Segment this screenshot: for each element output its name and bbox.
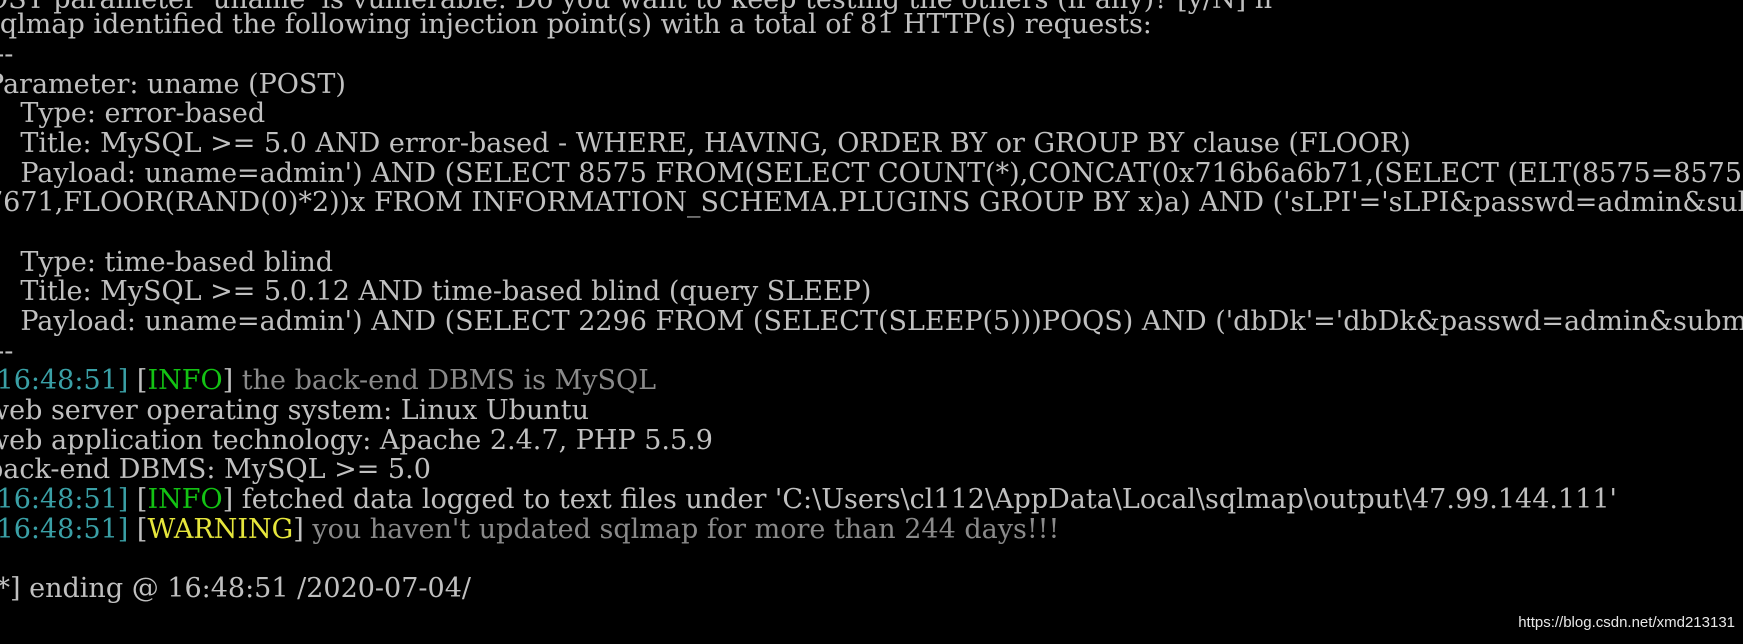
log-level-info: INFO [147, 365, 223, 396]
payload-time-based-line: Payload: uname=admin') AND (SELECT 2296 … [0, 306, 1743, 337]
log-timestamp: [16:48:51] [0, 514, 129, 545]
ending-line: [*] ending @ 16:48:51 /2020-07-04/ [0, 573, 471, 604]
log-message: you haven't updated sqlmap for more than… [303, 514, 1060, 545]
terminal-window[interactable]: OST parameter 'uname' is vulnerable. Do … [0, 0, 1743, 644]
log-line-output-path: [16:48:51] [INFO] fetched data logged to… [0, 483, 1617, 516]
type-error-based-line: Type: error-based [0, 98, 266, 129]
log-timestamp: [16:48:51] [0, 365, 129, 396]
log-line-warning: [16:48:51] [WARNING] you haven't updated… [0, 513, 1059, 546]
injection-summary-line: sqlmap identified the following injectio… [0, 9, 1152, 40]
web-server-os-line: web server operating system: Linux Ubunt… [0, 395, 589, 426]
title-time-based-line: Title: MySQL >= 5.0.12 AND time-based bl… [0, 276, 872, 307]
log-line-dbms: [16:48:51] [INFO] the back-end DBMS is M… [0, 364, 656, 397]
payload-error-based-continuation-line: 7671,FLOOR(RAND(0)*2))x FROM INFORMATION… [0, 187, 1743, 218]
log-message: the back-end DBMS is MySQL [233, 365, 657, 396]
watermark-text: https://blog.csdn.net/xmd213131 [1518, 614, 1735, 631]
log-timestamp: [16:48:51] [0, 484, 129, 515]
backend-dbms-line: back-end DBMS: MySQL >= 5.0 [0, 454, 431, 485]
log-level-warning: WARNING [147, 514, 294, 545]
log-level-info: INFO [147, 484, 223, 515]
log-message: fetched data logged to text files under … [233, 484, 1617, 515]
title-error-based-line: Title: MySQL >= 5.0 AND error-based - WH… [0, 128, 1411, 159]
separator-line: --- [0, 39, 14, 70]
